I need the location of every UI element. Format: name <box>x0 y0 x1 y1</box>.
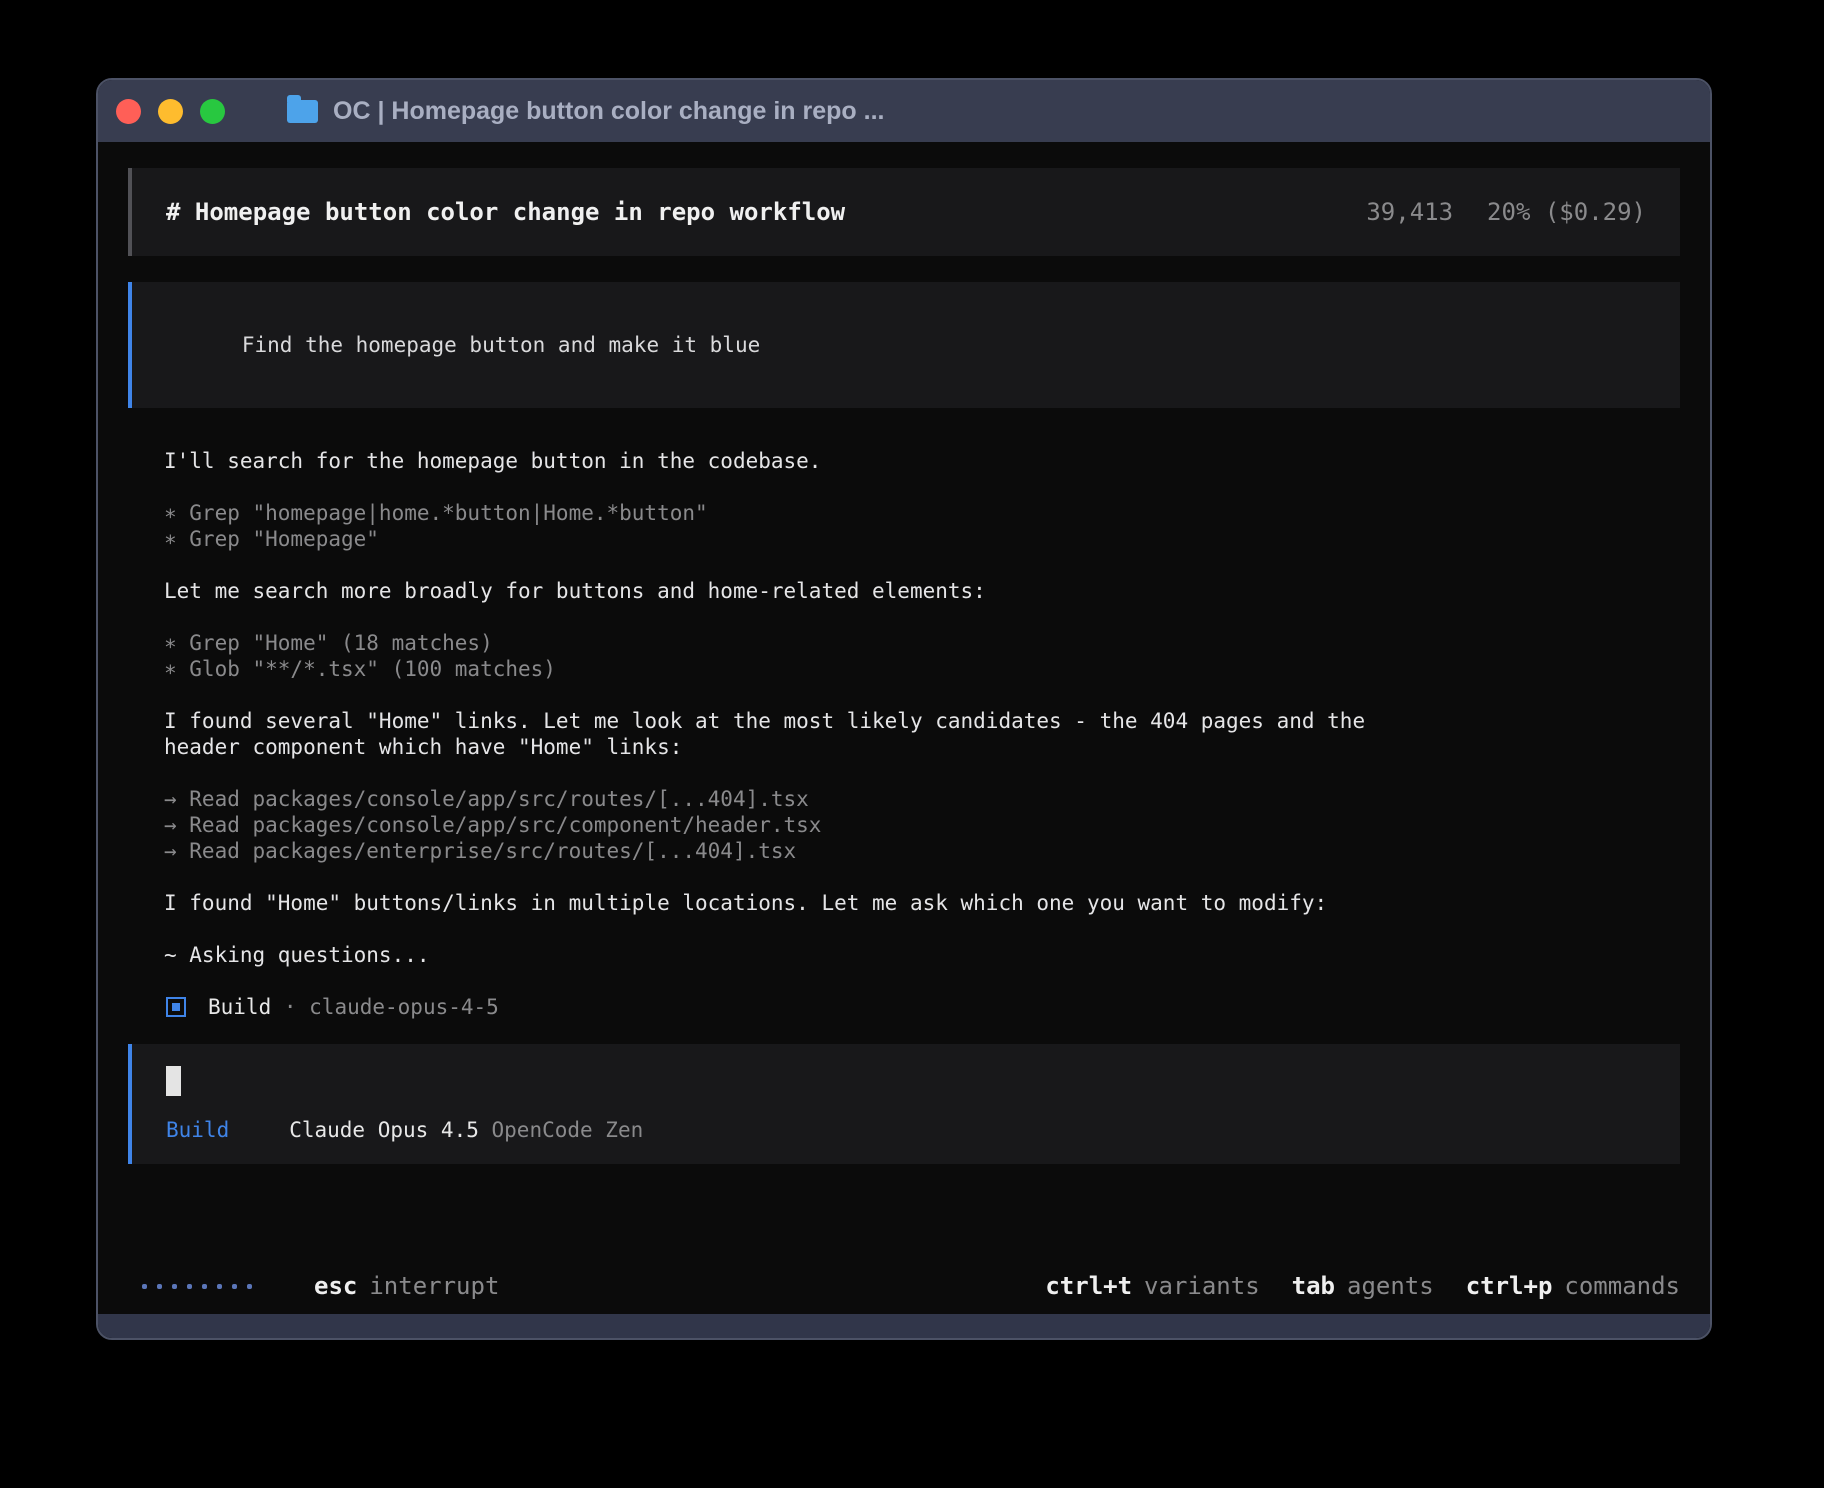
blank-line <box>164 552 1680 578</box>
minimize-button[interactable] <box>158 99 183 124</box>
zoom-button[interactable] <box>200 99 225 124</box>
close-button[interactable] <box>116 99 141 124</box>
tool-call-line: ∗ Glob "**/*.tsx" (100 matches) <box>164 656 1680 682</box>
prompt-input[interactable]: Build Claude Opus 4.5 OpenCode Zen <box>128 1044 1680 1164</box>
token-count: 39,413 <box>1366 198 1453 226</box>
window-titlebar[interactable]: OC | Homepage button color change in rep… <box>98 80 1710 142</box>
model-name: claude-opus-4-5 <box>309 995 499 1019</box>
blank-line <box>164 864 1680 890</box>
tool-call-line: → Read packages/console/app/src/componen… <box>164 812 1680 838</box>
agent-name: Build <box>208 995 271 1019</box>
hint-label: agents <box>1347 1272 1434 1300</box>
assistant-text-line: I found "Home" buttons/links in multiple… <box>164 890 1680 916</box>
session-stats: 39,413 20% ($0.29) <box>1366 198 1646 226</box>
blank-line <box>164 760 1680 786</box>
user-message: Find the homepage button and make it blu… <box>128 282 1680 408</box>
spinner-dots-icon <box>142 1284 252 1289</box>
assistant-text-line: ~ Asking questions... <box>164 942 1680 968</box>
terminal-content[interactable]: # Homepage button color change in repo w… <box>98 142 1710 1314</box>
assistant-text-line: Let me search more broadly for buttons a… <box>164 578 1680 604</box>
esc-label: interrupt <box>369 1272 499 1300</box>
keyboard-hint-commands: ctrl+p commands <box>1466 1272 1680 1300</box>
assistant-text-line: I found several "Home" links. Let me loo… <box>164 708 1680 734</box>
blank-line <box>164 604 1680 630</box>
esc-hint: esc interrupt <box>314 1272 499 1300</box>
spinner-dot <box>157 1284 162 1289</box>
hint-label: variants <box>1144 1272 1260 1300</box>
spinner-dot <box>217 1284 222 1289</box>
keyboard-hint-agents: tab agents <box>1292 1272 1434 1300</box>
input-model-label: Claude Opus 4.5 <box>289 1118 491 1142</box>
status-bar: esc interrupt ctrl+tvariantstabagentsctr… <box>128 1272 1680 1300</box>
spinner-dot <box>142 1284 147 1289</box>
hint-key: tab <box>1292 1272 1335 1300</box>
user-message-text: Find the homepage button and make it blu… <box>242 333 760 357</box>
blank-line <box>164 916 1680 942</box>
session-header: # Homepage button color change in repo w… <box>128 168 1680 256</box>
session-title: # Homepage button color change in repo w… <box>166 198 845 226</box>
status-bar-left: esc interrupt <box>142 1272 499 1300</box>
spinner-dot <box>232 1284 237 1289</box>
conversation[interactable]: I'll search for the homepage button in t… <box>128 448 1680 994</box>
input-agent-label: Build <box>166 1118 229 1142</box>
tool-call-line: ∗ Grep "Home" (18 matches) <box>164 630 1680 656</box>
blank-line <box>164 474 1680 500</box>
blank-line <box>164 968 1680 994</box>
spinner-dot <box>247 1284 252 1289</box>
status-separator: · <box>271 995 309 1019</box>
agent-box-icon <box>166 997 186 1017</box>
window-title: OC | Homepage button color change in rep… <box>333 97 884 126</box>
spinner-dot <box>172 1284 177 1289</box>
esc-key: esc <box>314 1272 357 1300</box>
input-provider-label: OpenCode Zen <box>492 1118 644 1142</box>
traffic-lights <box>116 99 225 124</box>
window-bottom-bar <box>98 1314 1710 1338</box>
folder-icon <box>287 100 318 123</box>
terminal-window: OC | Homepage button color change in rep… <box>96 78 1712 1340</box>
status-bar-right: ctrl+t variants tab agents ctrl+p commands <box>1045 1272 1680 1300</box>
tool-call-line: ∗ Grep "homepage|home.*button|Home.*butt… <box>164 500 1680 526</box>
assistant-text-line: I'll search for the homepage button in t… <box>164 448 1680 474</box>
context-usage: 20% ($0.29) <box>1487 198 1646 226</box>
blank-line <box>164 682 1680 708</box>
agent-status-row: Build · claude-opus-4-5 <box>128 992 1680 1022</box>
text-cursor <box>166 1066 181 1096</box>
tool-call-line: → Read packages/enterprise/src/routes/[.… <box>164 838 1680 864</box>
assistant-text-line: header component which have "Home" links… <box>164 734 1680 760</box>
spinner-dot <box>187 1284 192 1289</box>
hint-key: ctrl+p <box>1466 1272 1553 1300</box>
keyboard-hint-variants: ctrl+t variants <box>1045 1272 1259 1300</box>
tool-call-line: → Read packages/console/app/src/routes/[… <box>164 786 1680 812</box>
tool-call-line: ∗ Grep "Homepage" <box>164 526 1680 552</box>
input-status-row: Build Claude Opus 4.5 OpenCode Zen <box>166 1118 1646 1142</box>
hint-key: ctrl+t <box>1045 1272 1132 1300</box>
spinner-dot <box>202 1284 207 1289</box>
hint-label: commands <box>1564 1272 1680 1300</box>
